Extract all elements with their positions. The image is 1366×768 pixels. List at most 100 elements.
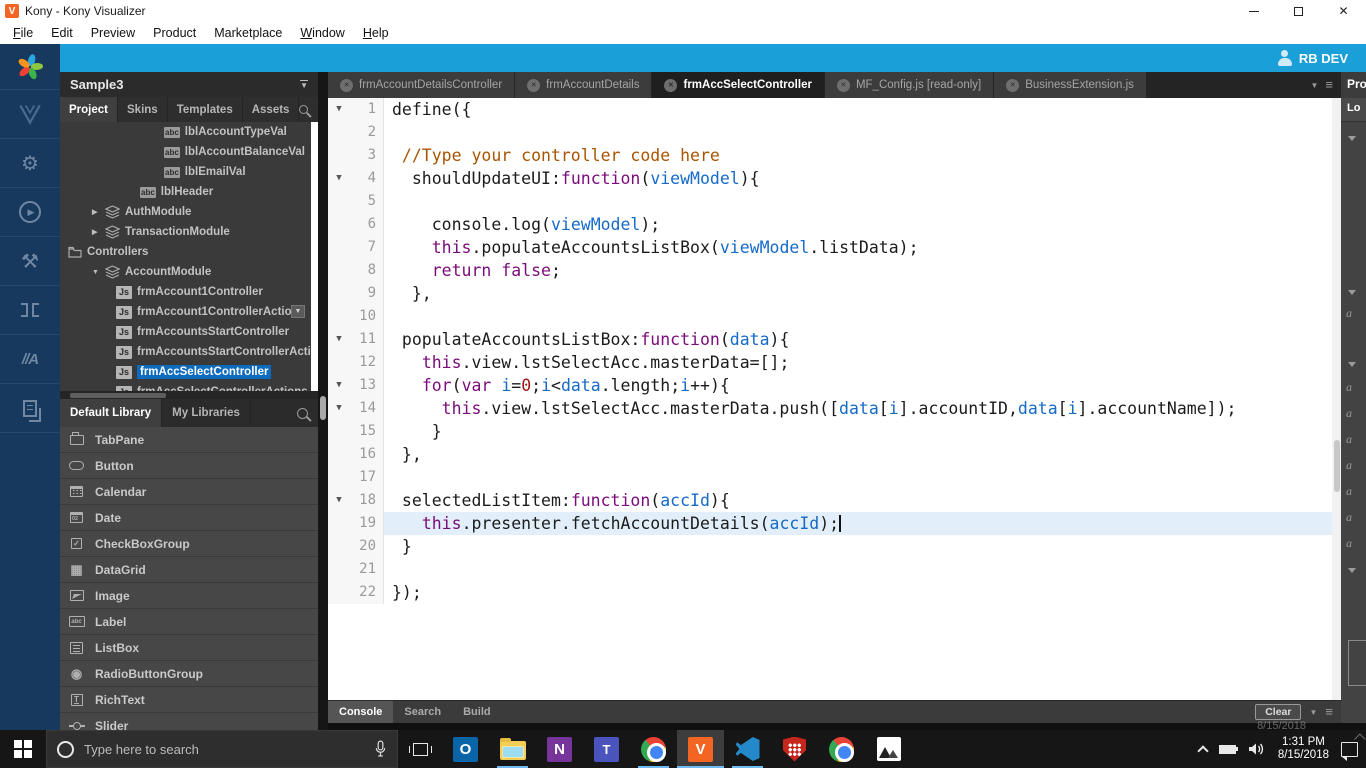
battery-icon[interactable] xyxy=(1219,745,1236,754)
chevron-down-icon[interactable] xyxy=(1348,568,1356,573)
taskbar-app-security-shield[interactable] xyxy=(771,730,818,768)
library-item-richtext[interactable]: TRichText xyxy=(60,687,318,713)
tree-item-frmAccountsStartController[interactable]: JsfrmAccountsStartController xyxy=(60,322,311,342)
tray-clock[interactable]: 1:31 PM 8/15/2018 xyxy=(1278,736,1329,762)
tab-skins[interactable]: Skins xyxy=(118,97,168,122)
taskbar-app-vscode[interactable] xyxy=(724,730,771,768)
code-line-2[interactable]: 2 xyxy=(328,121,1332,144)
library-item-slider[interactable]: Slider xyxy=(60,713,318,730)
code-line-12[interactable]: 12 this.view.lstSelectAcc.masterData=[]; xyxy=(328,351,1332,374)
code-editor[interactable]: ▼1define({23 //Type your controller code… xyxy=(328,98,1332,700)
search-icon[interactable] xyxy=(299,105,308,114)
console-tab-search[interactable]: Search xyxy=(393,701,452,723)
library-item-datagrid[interactable]: ▦DataGrid xyxy=(60,557,318,583)
volume-icon[interactable] xyxy=(1248,741,1266,757)
menu-edit[interactable]: Edit xyxy=(42,26,82,40)
taskbar-app-outlook[interactable]: O xyxy=(442,730,489,768)
code-line-19[interactable]: 19 this.presenter.fetchAccountDetails(ac… xyxy=(328,512,1332,535)
sidebar-item-build[interactable]: ⚒ xyxy=(0,237,60,286)
code-line-8[interactable]: 8 return false; xyxy=(328,259,1332,282)
taskbar-app-photos[interactable] xyxy=(865,730,912,768)
code-line-17[interactable]: 17 xyxy=(328,466,1332,489)
scrollbar-thumb[interactable] xyxy=(1334,440,1340,492)
tree-item-frmAccountsStartControllerActions[interactable]: JsfrmAccountsStartControllerActions xyxy=(60,342,311,362)
library-item-image[interactable]: Image xyxy=(60,583,318,609)
overflow-chevron-icon[interactable]: ▼ xyxy=(291,305,305,318)
code-line-22[interactable]: 22}); xyxy=(328,581,1332,604)
menu-icon[interactable]: ≡ xyxy=(1325,80,1333,90)
clear-button[interactable]: Clear xyxy=(1255,704,1301,720)
sidebar-item-preview[interactable]: ▶ xyxy=(0,188,60,237)
library-item-button[interactable]: Button xyxy=(60,453,318,479)
tab-assets[interactable]: Assets xyxy=(243,97,300,122)
tray-chevron-up-icon[interactable] xyxy=(1197,745,1208,756)
sidebar-item-layout[interactable] xyxy=(0,286,60,335)
code-line-5[interactable]: 5 xyxy=(328,190,1332,213)
fold-arrow-icon[interactable]: ▼ xyxy=(328,397,350,420)
close-tab-icon[interactable]: ✕ xyxy=(837,79,850,92)
sidebar-item-skins[interactable]: //A xyxy=(0,335,60,384)
fold-arrow-icon[interactable]: ▼ xyxy=(328,98,350,121)
chevron-down-icon[interactable] xyxy=(1348,362,1356,367)
editor-tab-frmaccountdetails[interactable]: ✕frmAccountDetails xyxy=(515,72,651,98)
tree-item-lblEmailVal[interactable]: abclblEmailVal xyxy=(60,162,311,182)
expand-icon[interactable]: ▶ xyxy=(92,208,105,216)
tree-item-frmAccount1Controller[interactable]: JsfrmAccount1Controller xyxy=(60,282,311,302)
menu-preview[interactable]: Preview xyxy=(82,26,144,40)
tab-default-library[interactable]: Default Library xyxy=(60,399,162,427)
tree-item-lblHeader[interactable]: abclblHeader xyxy=(60,182,311,202)
code-line-14[interactable]: ▼14 this.view.lstSelectAcc.masterData.pu… xyxy=(328,397,1332,420)
tree-item-frmAccSelectControllerActions[interactable]: JsfrmAccSelectControllerActions xyxy=(60,382,311,391)
menu-product[interactable]: Product xyxy=(144,26,205,40)
taskbar-search-box[interactable]: Type here to search xyxy=(46,730,398,768)
library-item-listbox[interactable]: ListBox xyxy=(60,635,318,661)
code-line-10[interactable]: 10 xyxy=(328,305,1332,328)
taskbar-app-chrome[interactable] xyxy=(630,730,677,768)
code-line-20[interactable]: 20 } xyxy=(328,535,1332,558)
fold-arrow-icon[interactable]: ▼ xyxy=(328,167,350,190)
taskbar-app-onenote[interactable]: N xyxy=(536,730,583,768)
tree-item-frmAccount1ControllerActions[interactable]: JsfrmAccount1ControllerActions▼ xyxy=(60,302,311,322)
library-item-radiobuttongroup[interactable]: ◉RadioButtonGroup xyxy=(60,661,318,687)
console-tab-console[interactable]: Console xyxy=(328,701,393,723)
chevron-down-icon[interactable]: ▼ xyxy=(1309,708,1317,717)
task-view-button[interactable] xyxy=(398,730,442,768)
code-line-13[interactable]: ▼13 for(var i=0;i<data.length;i++){ xyxy=(328,374,1332,397)
scrollbar-thumb[interactable] xyxy=(70,393,166,398)
code-line-9[interactable]: 9 }, xyxy=(328,282,1332,305)
code-line-21[interactable]: 21 xyxy=(328,558,1332,581)
menu-icon[interactable]: ≡ xyxy=(1325,707,1333,717)
user-account-button[interactable]: RB DEV xyxy=(1277,50,1348,66)
code-line-3[interactable]: 3 //Type your controller code here xyxy=(328,144,1332,167)
close-button[interactable]: ✕ xyxy=(1321,0,1366,22)
menu-marketplace[interactable]: Marketplace xyxy=(205,26,291,40)
code-line-7[interactable]: 7 this.populateAccountsListBox(viewModel… xyxy=(328,236,1332,259)
menu-file[interactable]: File xyxy=(4,26,42,40)
action-center-icon[interactable] xyxy=(1341,742,1358,757)
sidebar-item-settings[interactable]: ⚙ xyxy=(0,139,60,188)
close-tab-icon[interactable]: ✕ xyxy=(1006,79,1019,92)
code-line-11[interactable]: ▼11 populateAccountsListBox:function(dat… xyxy=(328,328,1332,351)
tree-item-AccountModule[interactable]: ▼AccountModule xyxy=(60,262,311,282)
fold-arrow-icon[interactable]: ▼ xyxy=(328,489,350,512)
divider-handle[interactable] xyxy=(320,396,326,420)
fold-arrow-icon[interactable]: ▼ xyxy=(328,328,350,351)
tree-horizontal-scrollbar[interactable] xyxy=(60,391,318,399)
taskbar-app-kony-visualizer[interactable]: V xyxy=(677,730,724,768)
library-item-checkboxgroup[interactable]: ✓CheckBoxGroup xyxy=(60,531,318,557)
close-tab-icon[interactable]: ✕ xyxy=(527,79,540,92)
console-tab-build[interactable]: Build xyxy=(452,701,502,723)
code-line-6[interactable]: 6 console.log(viewModel); xyxy=(328,213,1332,236)
editor-tab-frmaccountdetailscontroller[interactable]: ✕frmAccountDetailsController xyxy=(328,72,514,98)
library-item-tabpane[interactable]: TabPane xyxy=(60,427,318,453)
maximize-button[interactable] xyxy=(1276,0,1321,22)
tree-item-frmAccSelectController[interactable]: JsfrmAccSelectController xyxy=(60,362,311,382)
library-item-calendar[interactable]: Calendar xyxy=(60,479,318,505)
taskbar-app-chrome-2[interactable] xyxy=(818,730,865,768)
tree-item-AuthModule[interactable]: ▶AuthModule xyxy=(60,202,311,222)
tree-item-Controllers[interactable]: Controllers xyxy=(60,242,311,262)
code-line-18[interactable]: ▼18 selectedListItem:function(accId){ xyxy=(328,489,1332,512)
chevron-down-icon[interactable]: ▼ xyxy=(1310,81,1318,90)
collapse-icon[interactable]: ▼ xyxy=(92,269,105,276)
tab-templates[interactable]: Templates xyxy=(168,97,243,122)
